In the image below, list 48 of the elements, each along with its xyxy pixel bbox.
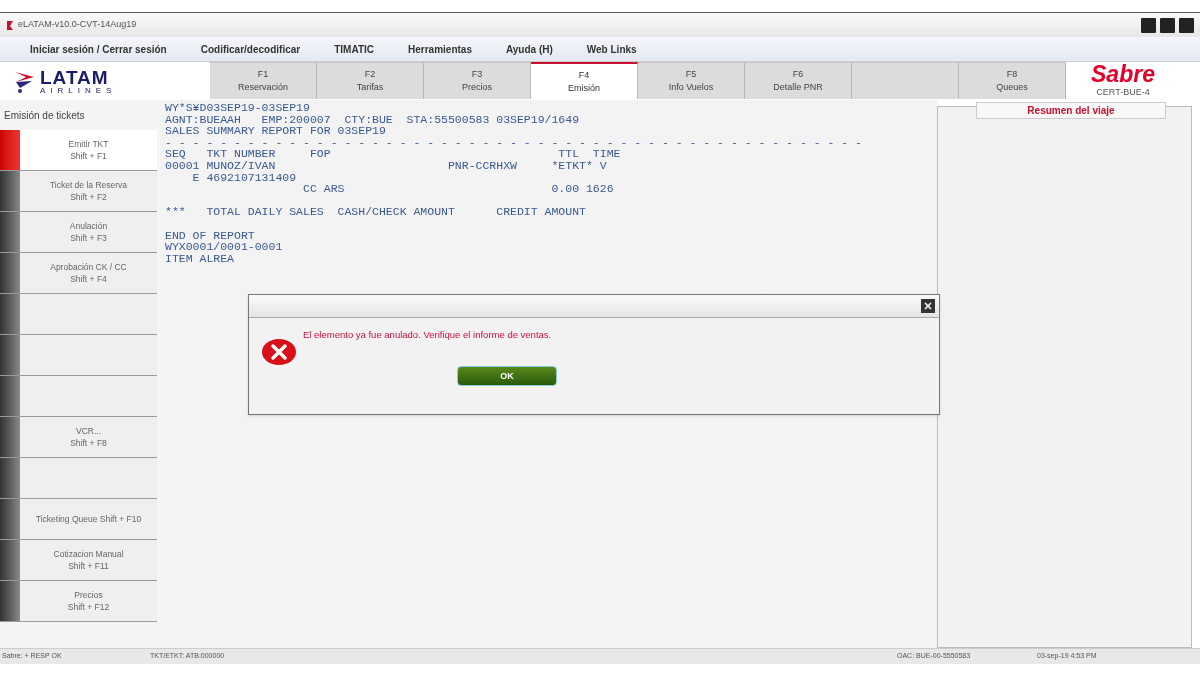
terminal-line: CC ARS 0.00 1626 (302, 183, 615, 195)
menu-item[interactable]: Codificar/decodificar (200, 41, 301, 57)
sidebar-item[interactable]: VCR... Shift + F8 (0, 417, 157, 458)
sidebar-item[interactable]: Anulación Shift + F3 (0, 212, 157, 253)
sabre-logo: Sabre (1091, 62, 1155, 86)
terminal-line: *** TOTAL DAILY SALES CASH/CHECK AMOUNT CREDIT AMOUNT (165, 206, 587, 218)
terminal-line: WY*S¥D03SEP19-03SEP19 (165, 102, 311, 114)
station-label: CERT-BUE-4 (1096, 85, 1150, 99)
function-tab[interactable]: F6 Detalle PNR (745, 62, 852, 99)
sidebar-item[interactable]: Cotizacion Manual Shift + F11 (0, 540, 157, 581)
function-tab[interactable]: F8 Queues (959, 62, 1066, 99)
error-icon (261, 338, 297, 366)
error-message: El elemento ya fue anulado. Verifique el informe de ventas. (302, 328, 552, 342)
function-tab[interactable]: F1 Reservación (210, 62, 317, 99)
sidebar-item[interactable] (0, 335, 157, 376)
sidebar-item[interactable] (0, 458, 157, 499)
terminal-line: END OF REPORT (165, 229, 256, 242)
terminal-line: - - - - - - - - - - - - - - - - - - - - - - - - - - - - - - - - - - - - - - - - - - - - - - - - - - - (165, 136, 863, 149)
function-tab[interactable]: F5 Info Vuelos (638, 62, 745, 99)
menu-item[interactable]: TIMATIC (334, 41, 374, 57)
ok-button[interactable]: OK (457, 366, 557, 387)
terminal-line: SEQ TKT NUMBER FOP TTL TIME (165, 148, 622, 160)
sidebar-item[interactable]: Precios Shift + F12 (0, 581, 157, 622)
sidebar-item[interactable] (0, 294, 157, 335)
menu-item[interactable]: Web Links (586, 41, 637, 57)
logo-name: LATAM (40, 67, 110, 87)
window-title: eLATAM-v10.0-CVT-14Aug19 (18, 18, 137, 32)
menu-item[interactable]: Ayuda (H) (505, 41, 553, 57)
app-icon (6, 19, 14, 31)
terminal-line: WYX0001/0001-0001 (165, 241, 284, 253)
function-tab[interactable]: F3 Precios (424, 62, 531, 99)
function-tab[interactable]: F4 Emisión (531, 62, 638, 99)
sidebar-item[interactable]: Ticketing Queue Shift + F10 (0, 499, 157, 540)
menu-item[interactable]: Iniciar sesión / Cerrar sesión (30, 41, 167, 57)
sidebar-item[interactable]: Ticket de la Reserva Shift + F2 (0, 171, 157, 212)
sidebar-title: Emisión de tickets (3, 108, 86, 123)
panel-title: Resumen del viaje (976, 102, 1166, 119)
menu-item[interactable]: Herramientas (408, 41, 472, 57)
logo-subtitle: AIRLINES (40, 86, 117, 95)
sidebar-item[interactable] (0, 376, 157, 417)
function-tab[interactable]: F2 Tarifas (317, 62, 424, 99)
terminal-line: AGNT:BUEAAH EMP:200007 CTY:BUE STA:55500583 03SEP19/1649 (165, 113, 581, 126)
terminal-line: ITEM ALREA (165, 252, 235, 265)
sidebar-item[interactable]: Aprobación CK / CC Shift + F4 (0, 253, 157, 294)
terminal-line: E 4692107131409 (191, 171, 298, 184)
terminal-line: 00001 MUNOZ/IVAN PNR-CCRHXW *ETKT* V (165, 159, 608, 172)
terminal-line: SALES SUMMARY REPORT FOR 03SEP19 (165, 125, 387, 137)
sidebar-item[interactable]: Emitir TKT Shift + F1 (0, 130, 157, 171)
